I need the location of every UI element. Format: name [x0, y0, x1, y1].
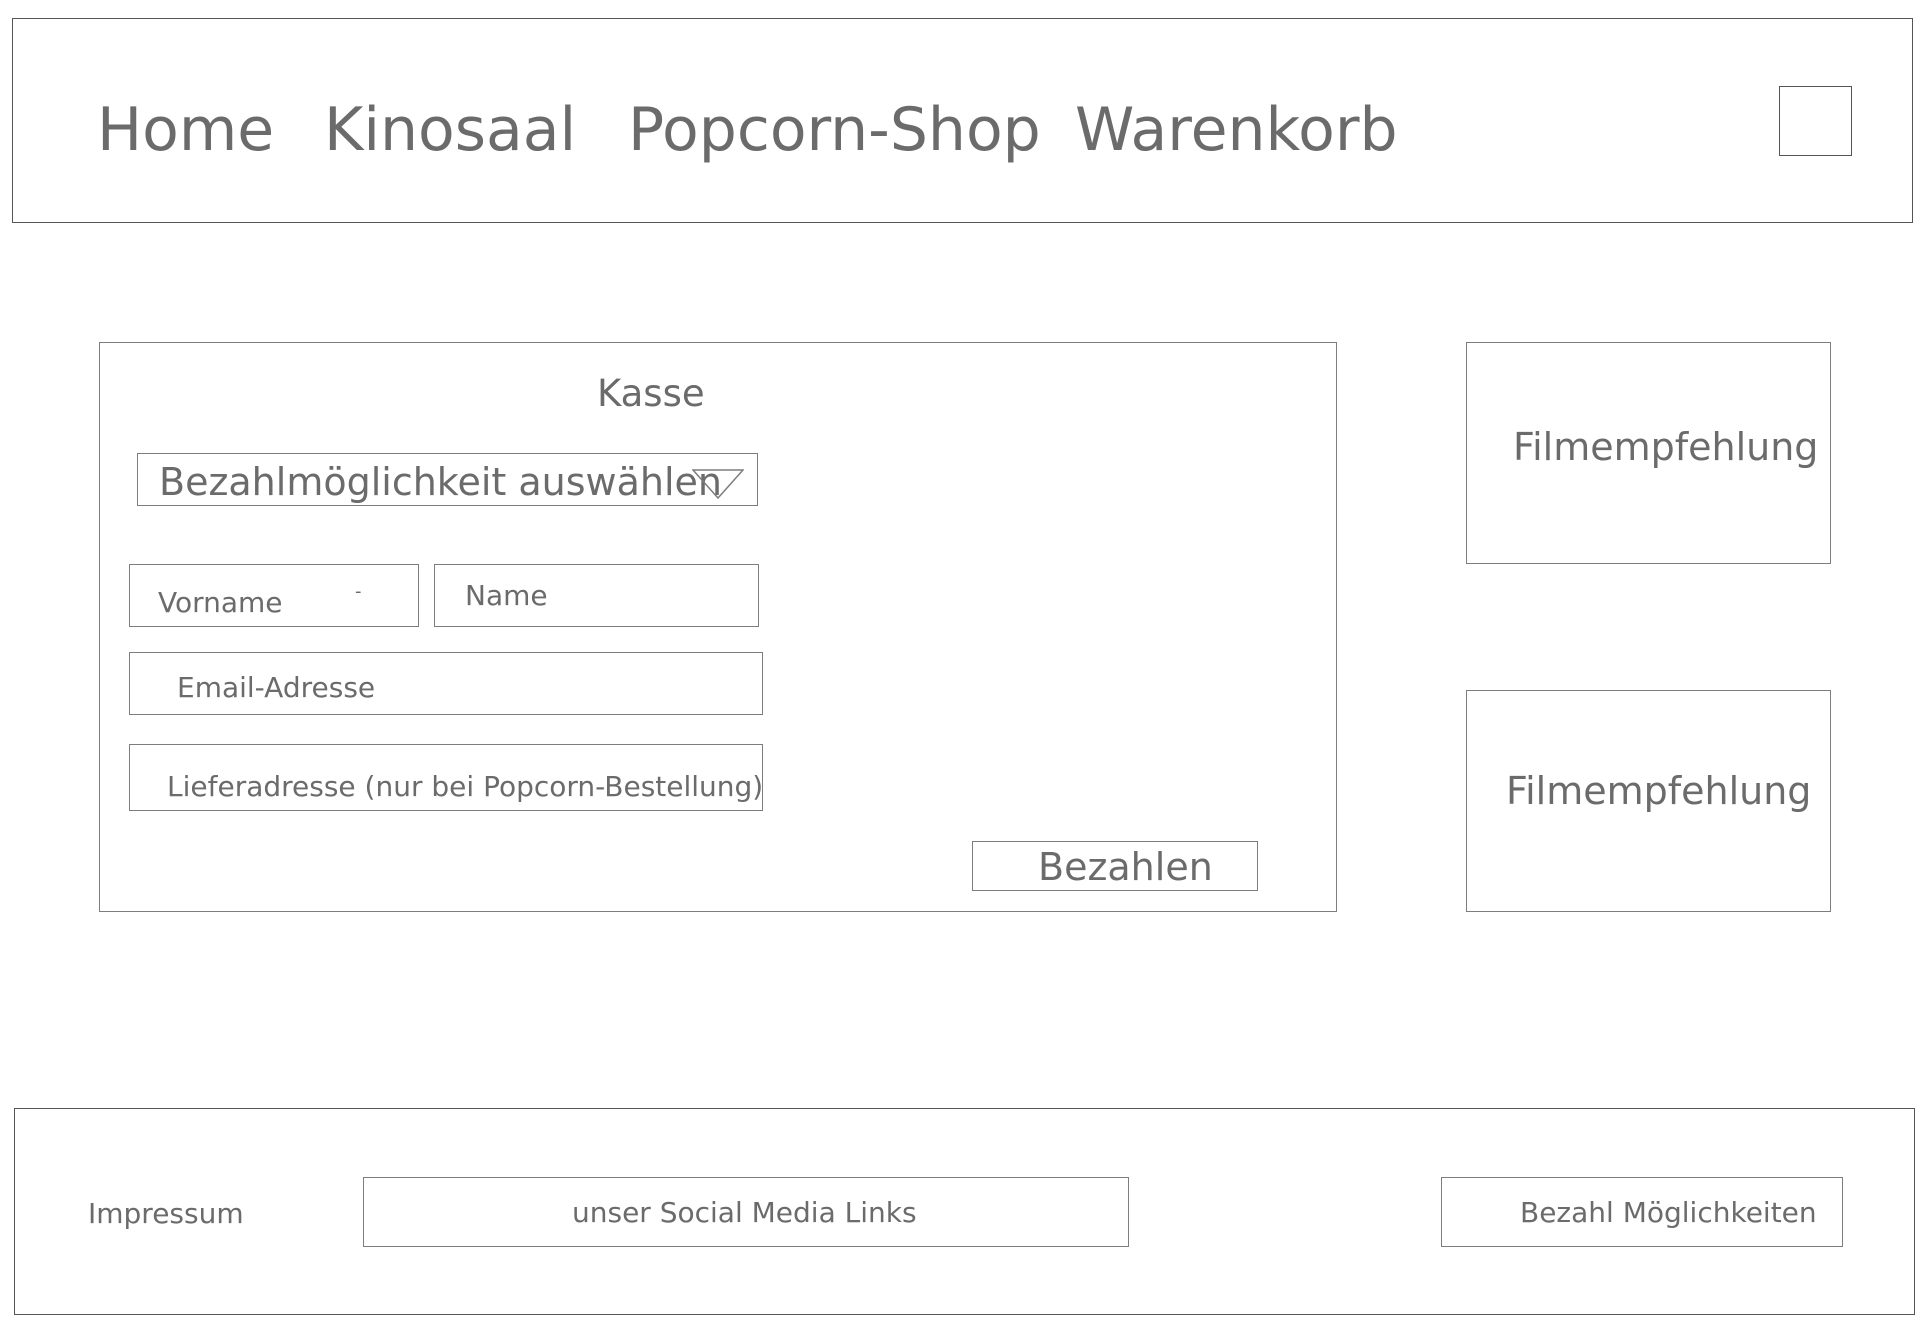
delivery-address-placeholder: Lieferadresse (nur bei Popcorn-Bestellun… [167, 770, 764, 803]
nav-item-home[interactable]: Home [97, 100, 274, 160]
vorname-dash-mark: - [355, 581, 362, 602]
pay-button-label[interactable]: Bezahlen [1038, 848, 1213, 886]
vorname-placeholder: Vorname [158, 586, 283, 619]
payment-method-dropdown-label[interactable]: Bezahlmöglichkeit auswählen [159, 463, 722, 501]
chevron-down-icon[interactable] [692, 469, 744, 499]
movie-recommendation-label-1: Filmempfehlung [1513, 425, 1819, 469]
checkout-panel [99, 342, 1337, 912]
checkout-title: Kasse [597, 372, 705, 415]
movie-recommendation-label-2: Filmempfehlung [1506, 769, 1812, 813]
name-placeholder: Name [465, 579, 548, 612]
nav-item-warenkorb[interactable]: Warenkorb [1075, 100, 1398, 160]
payment-options-label: Bezahl Möglichkeiten [1520, 1196, 1817, 1229]
email-placeholder: Email-Adresse [177, 671, 376, 704]
nav-item-kinosaal[interactable]: Kinosaal [324, 100, 576, 160]
placeholder-square-icon[interactable] [1779, 86, 1852, 156]
social-media-links-label: unser Social Media Links [572, 1196, 917, 1229]
impressum-link[interactable]: Impressum [88, 1200, 244, 1228]
nav-item-popcorn-shop[interactable]: Popcorn-Shop [628, 100, 1041, 160]
